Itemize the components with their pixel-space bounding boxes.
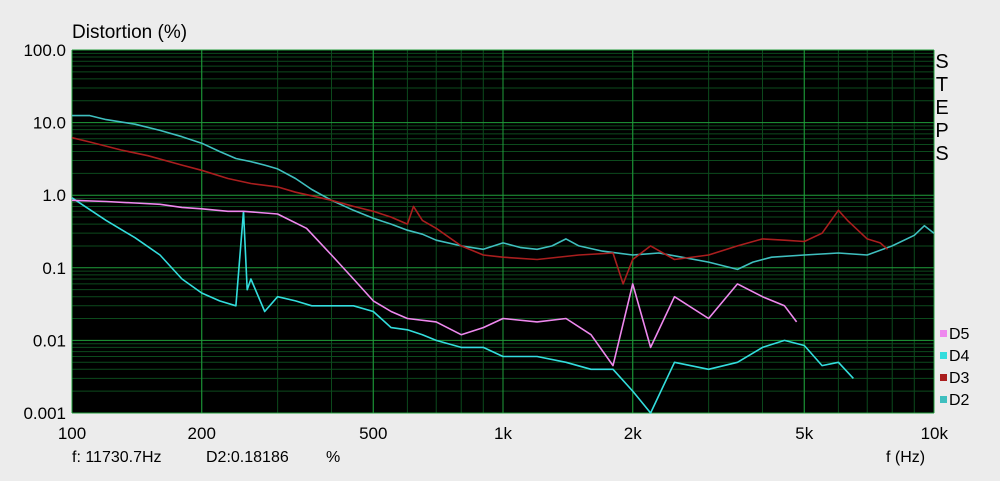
legend-swatch xyxy=(940,374,947,381)
legend-label: D4 xyxy=(949,348,970,365)
grid-major xyxy=(71,49,935,414)
x-axis-ticks: 100 200 500 1k 2k 5k 10k xyxy=(58,424,949,443)
x-tick-label: 10k xyxy=(921,424,949,443)
y-tick-label: 0.001 xyxy=(23,404,66,423)
legend-swatch xyxy=(940,352,947,359)
x-tick-label: 500 xyxy=(359,424,387,443)
x-tick-label: 5k xyxy=(795,424,813,443)
steps-letter: T xyxy=(936,74,948,96)
readout-unit: % xyxy=(326,449,340,466)
x-tick-label: 200 xyxy=(188,424,216,443)
legend-swatch xyxy=(940,330,947,337)
x-tick-label: 100 xyxy=(58,424,86,443)
steps-letter: S xyxy=(935,51,948,73)
steps-label: STEPS xyxy=(935,51,948,165)
x-tick-label: 1k xyxy=(494,424,512,443)
x-axis-label: f (Hz) xyxy=(886,449,925,466)
steps-letter: P xyxy=(935,120,948,142)
steps-letter: S xyxy=(935,143,948,165)
x-tick-label: 2k xyxy=(624,424,642,443)
legend-label: D3 xyxy=(949,370,970,387)
y-axis-ticks: 100.0 10.0 1.0 0.1 0.01 0.001 xyxy=(23,41,66,423)
legend-label: D5 xyxy=(949,326,970,343)
chart-title: Distortion (%) xyxy=(72,22,187,43)
distortion-chart: Distortion (%) 100.010.01.00.10.010.001 … xyxy=(23,22,970,466)
y-tick-label: 0.01 xyxy=(33,331,66,350)
steps-letter: E xyxy=(935,97,948,119)
legend-swatch xyxy=(940,396,947,403)
y-tick-label: 100.0 xyxy=(23,41,66,60)
readout-value: D2:0.18186 xyxy=(206,449,289,466)
legend-label: D2 xyxy=(949,392,970,409)
y-tick-label: 1.0 xyxy=(42,186,66,205)
y-tick-label: 10.0 xyxy=(33,114,66,133)
y-tick-label: 0.1 xyxy=(42,259,66,278)
legend: D5 D4 D3 D2 xyxy=(940,326,970,409)
readout-frequency: f: 11730.7Hz xyxy=(72,449,162,466)
